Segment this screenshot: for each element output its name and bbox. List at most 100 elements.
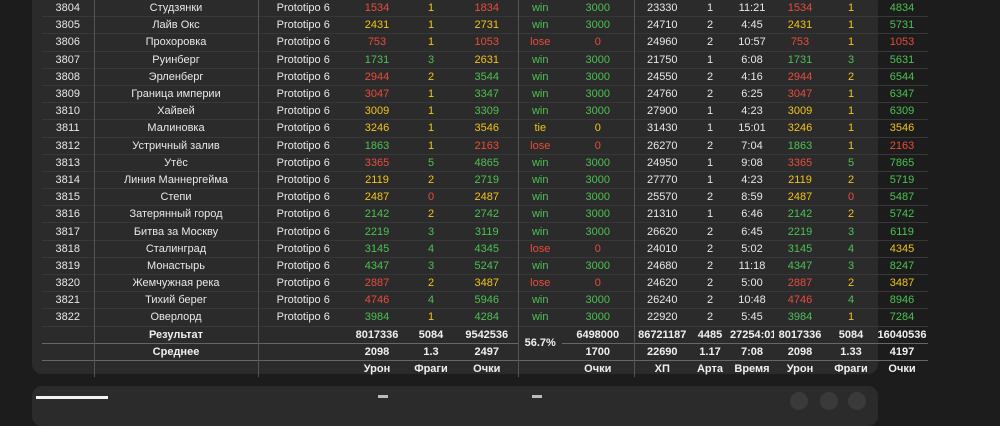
battle-id: 3822 [55, 311, 80, 324]
battle-row[interactable]: 3810 Хайвей Prototipo 6 3009 1 3309 win 3000 279… [42, 102, 928, 120]
battle-row[interactable]: 3807 Руинберг Prototipo 6 1731 3 2631 win 3000 2… [42, 51, 928, 69]
battle-row[interactable]: 3816 Затерянный город Prototipo 6 2142 2 2742… [42, 205, 928, 223]
tank-name: Prototipo 6 [257, 68, 348, 86]
frags: 1 [427, 105, 435, 118]
battle-id: 3821 [55, 294, 80, 307]
frags: 1 [427, 122, 435, 135]
frags-total: 1 [847, 36, 855, 49]
hp: 24010 [633, 240, 690, 258]
hp: 27770 [633, 171, 690, 189]
battle-row[interactable]: 3815 Степи Prototipo 6 2487 0 2487 win 3000 2557… [42, 188, 928, 206]
page-button[interactable] [848, 392, 866, 410]
battle-id: 3806 [55, 36, 80, 49]
time: 11:21 [738, 2, 766, 15]
frags-total: 1 [847, 139, 855, 152]
battle-row[interactable]: 3812 Устричный залив Prototipo 6 1863 1 2163 l… [42, 137, 928, 155]
battle-row[interactable]: 3814 Линия Маннергейма Prototipo 6 2119 2 271… [42, 171, 928, 189]
damage-total: 2487 [787, 191, 813, 204]
battle-row[interactable]: 3809 Граница империи Prototipo 6 3047 1 3347 w… [42, 85, 928, 103]
col-header-time[interactable]: Время [730, 360, 774, 377]
col-header-points[interactable]: Очки [456, 360, 518, 377]
battle-row[interactable]: 3821 Тихий берег Prototipo 6 4746 4 5946 win 30… [42, 291, 928, 309]
map-name: Степи [93, 188, 258, 206]
damage: 2487 [364, 191, 390, 204]
battle-id: 3815 [55, 191, 80, 204]
frags-total: 4 [847, 294, 855, 307]
points-total: 1053 [889, 36, 915, 49]
time: 8:59 [741, 191, 763, 204]
battle-row[interactable]: 3813 Утёс Prototipo 6 3365 5 4865 win 3000 24950… [42, 154, 928, 172]
tank-name: Prototipo 6 [257, 16, 348, 34]
battle-id: 3820 [55, 277, 80, 290]
battle-row[interactable]: 3818 Сталинград Prototipo 6 3145 4 4345 lose 0 2… [42, 240, 928, 258]
col-header-damage-2[interactable]: Урон [774, 360, 826, 377]
win-points: 0 [594, 242, 601, 255]
damage: 4347 [364, 259, 390, 272]
time: 15:01 [738, 122, 766, 135]
arty: 2 [706, 19, 714, 32]
col-header-damage[interactable]: Урон [348, 360, 406, 377]
win-points: 3000 [585, 156, 610, 169]
time: 7:04 [741, 139, 763, 152]
battle-id: 3816 [55, 208, 80, 221]
damage: 3145 [364, 242, 390, 255]
page-button[interactable] [790, 392, 808, 410]
battle-row[interactable]: 3806 Прохоровка Prototipo 6 753 1 1053 lose 0 24… [42, 33, 928, 52]
tab-indicator[interactable] [36, 396, 108, 399]
frags-total: 3 [847, 259, 855, 272]
battle-row[interactable]: 3819 Монастырь Prototipo 6 4347 3 5247 win 3000… [42, 257, 928, 275]
battle-id: 3807 [55, 53, 80, 66]
map-name: Сталинград [93, 240, 258, 258]
col-header-frags[interactable]: Фраги [406, 360, 456, 377]
hp: 25570 [633, 188, 690, 206]
battle-row[interactable]: 3808 Эрленберг Prototipo 6 2944 2 3544 win 3000… [42, 68, 928, 86]
col-header-win-points[interactable]: Очки [562, 360, 634, 377]
time: 6:45 [741, 225, 763, 238]
frags-total: 5 [847, 156, 855, 169]
battle-row[interactable]: 3804 Студзянки Prototipo 6 1534 1 1834 win 3000… [42, 0, 928, 17]
points: 3309 [474, 105, 499, 118]
col-header-arty[interactable]: Арта [690, 360, 730, 377]
scroll-marker [378, 395, 388, 398]
damage: 1731 [364, 53, 390, 66]
battle-id: 3818 [55, 242, 80, 255]
battle-row[interactable]: 3811 Малиновка Prototipo 6 3246 1 3546 tie 0 314… [42, 119, 928, 137]
avg-frags-2: 1.33 [840, 345, 862, 358]
damage-total: 2119 [788, 173, 812, 186]
points-total: 6309 [889, 105, 915, 118]
frags: 2 [427, 70, 435, 83]
points-total: 5487 [889, 191, 915, 204]
points-total: 4834 [889, 2, 915, 15]
map-name: Прохоровка [93, 33, 258, 52]
points-total: 5719 [889, 173, 915, 186]
points: 1053 [474, 36, 499, 49]
hp: 21750 [633, 51, 690, 69]
result: win [517, 188, 562, 206]
arty: 1 [706, 122, 714, 135]
points: 4345 [474, 242, 499, 255]
col-header-frags-2[interactable]: Фраги [826, 360, 876, 377]
damage: 2887 [364, 277, 390, 290]
col-header-hp[interactable]: ХП [633, 360, 690, 377]
result: lose [517, 240, 562, 258]
damage-total: 3047 [787, 88, 813, 101]
frags: 1 [427, 2, 435, 15]
points-total: 5731 [889, 19, 915, 32]
battle-row[interactable]: 3817 Битва за Москву Prototipo 6 2219 3 3119 w… [42, 222, 928, 241]
hp: 24760 [633, 85, 690, 103]
damage: 4746 [364, 294, 390, 307]
avg-time: 7:08 [740, 345, 764, 358]
battle-row[interactable]: 3805 Лайв Окс Prototipo 6 2431 1 2731 win 3000 2… [42, 16, 928, 34]
result: win [517, 205, 562, 223]
damage: 3009 [364, 105, 390, 118]
battle-id: 3809 [55, 88, 80, 101]
avg-damage-2: 2098 [787, 345, 813, 358]
battle-row[interactable]: 3820 Жемчужная река Prototipo 6 2887 2 3487 lo… [42, 274, 928, 292]
hp: 23330 [633, 0, 690, 17]
result: lose [517, 33, 562, 52]
page-button[interactable] [820, 392, 838, 410]
points: 3347 [474, 88, 499, 101]
col-header-points-2[interactable]: Очки [876, 360, 928, 377]
battle-stats-panel: 3804 Студзянки Prototipo 6 1534 1 1834 win 3000… [32, 0, 928, 377]
battle-row[interactable]: 3822 Оверлорд Prototipo 6 3984 1 4284 win 3000 2… [42, 308, 928, 327]
